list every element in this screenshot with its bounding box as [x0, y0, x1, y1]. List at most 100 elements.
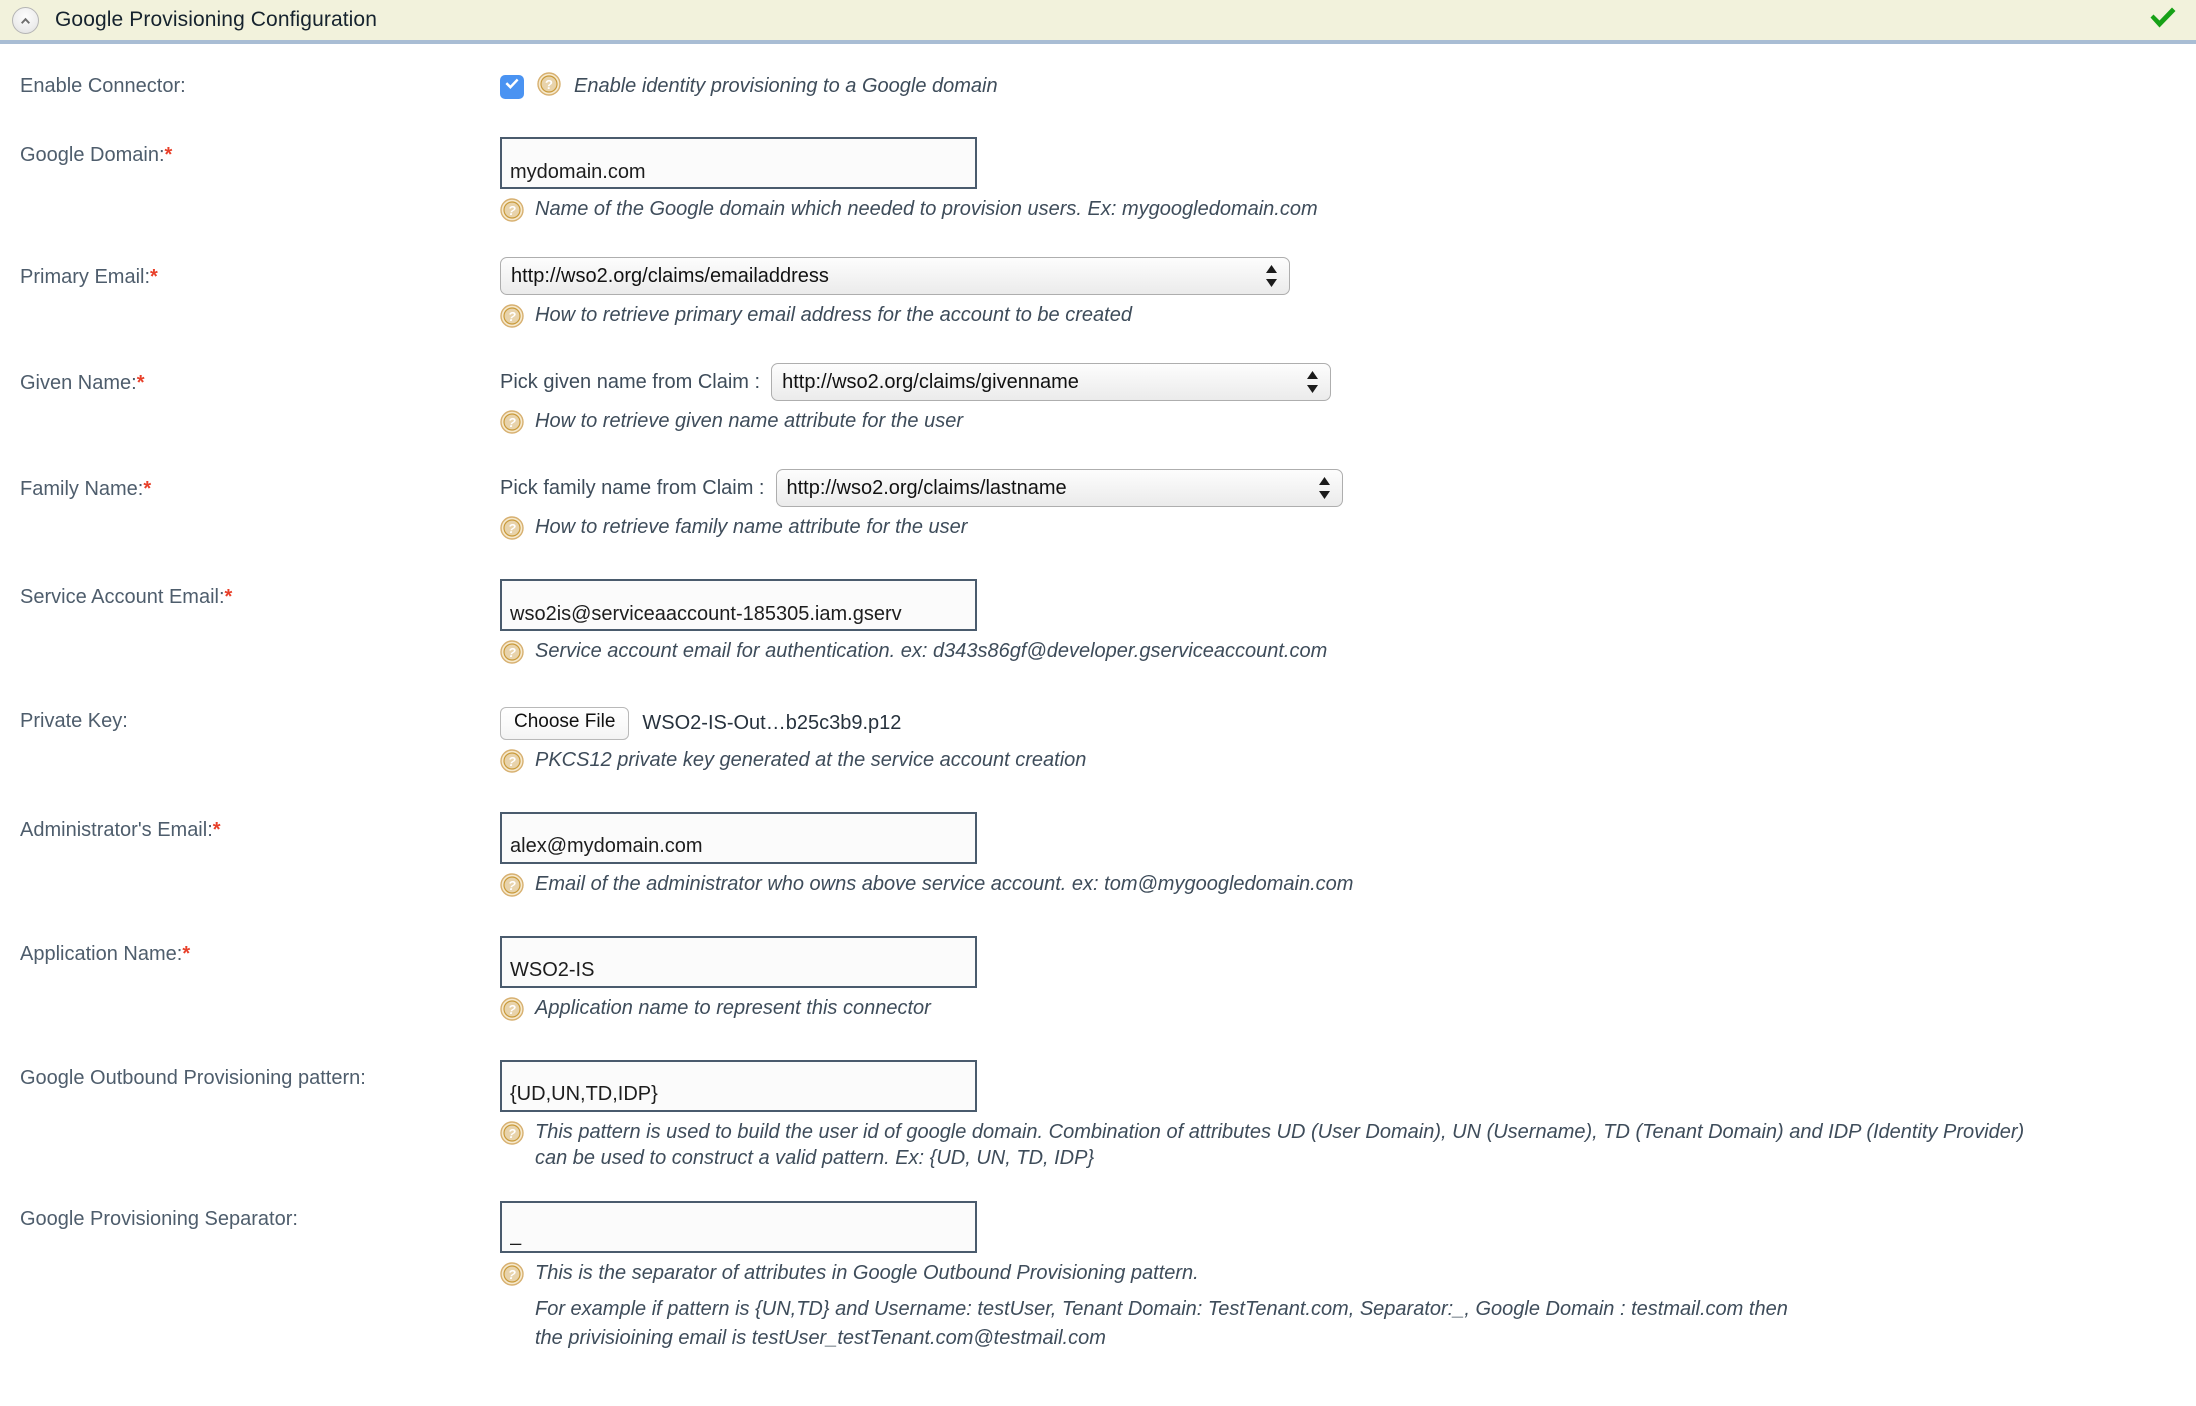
label-outbound-pattern: Google Outbound Provisioning pattern:	[20, 1060, 500, 1090]
given-name-select[interactable]: http://wso2.org/claims/givenname	[771, 363, 1332, 401]
label-google-domain: Google Domain:*	[20, 137, 500, 167]
required-marker: *	[164, 144, 173, 166]
label-enable-connector: Enable Connector:	[20, 68, 500, 98]
required-marker: *	[212, 818, 221, 841]
hint-google-domain: ? Name of the Google domain which needed…	[500, 189, 2060, 229]
enable-connector-description: Enable identity provisioning to a Google…	[574, 75, 998, 97]
label-text: Google Outbound Provisioning pattern:	[20, 1066, 366, 1089]
hint-primary-email: ? How to retrieve primary email address …	[500, 295, 2060, 335]
hint-text-line2: For example if pattern is {UN,TD} and Us…	[535, 1297, 1788, 1320]
row-private-key: Private Key: Choose File WSO2-IS-Out…b25…	[0, 671, 2196, 780]
hint-text: How to retrieve given name attribute for…	[535, 410, 963, 432]
private-key-file-name: WSO2-IS-Out…b25c3b9.p12	[642, 711, 902, 734]
hint-given-name: ? How to retrieve given name attribute f…	[500, 401, 2060, 441]
label-text: Google Provisioning Separator:	[20, 1207, 298, 1230]
required-marker: *	[224, 586, 233, 608]
label-provisioning-separator: Google Provisioning Separator:	[20, 1201, 500, 1231]
hint-text: Name of the Google domain which needed t…	[535, 198, 1318, 220]
required-marker: *	[150, 266, 158, 288]
page-title: Google Provisioning Configuration	[55, 8, 377, 31]
svg-text:?: ?	[508, 878, 516, 893]
hint-text: Application name to represent this conne…	[535, 996, 931, 1019]
label-given-name: Given Name:*	[20, 363, 500, 395]
label-administrator-email: Administrator's Email:*	[20, 812, 500, 842]
required-marker: *	[136, 372, 145, 394]
label-private-key: Private Key:	[20, 705, 500, 733]
row-service-account-email: Service Account Email:* ? Service accoun…	[0, 547, 2196, 671]
enable-connector-checkbox[interactable]	[500, 74, 524, 99]
svg-text:?: ?	[508, 309, 516, 324]
help-question-icon[interactable]: ?	[500, 1121, 524, 1152]
header-status	[2148, 5, 2178, 36]
help-question-icon[interactable]: ?	[500, 516, 524, 547]
hint-provisioning-separator-example: For example if pattern is {UN,TD} and Us…	[500, 1293, 2060, 1322]
required-marker: *	[143, 478, 152, 500]
collapse-toggle-button[interactable]	[12, 6, 39, 34]
svg-text:?: ?	[508, 521, 516, 536]
svg-text:?: ?	[508, 1126, 516, 1141]
google-provisioning-form: Enable Connector: ? Enable identity prov…	[0, 44, 2196, 1351]
label-text: Given Name:	[20, 372, 137, 394]
help-question-icon[interactable]: ?	[500, 640, 524, 671]
choose-file-button[interactable]: Choose File	[500, 707, 630, 740]
service-account-email-input[interactable]	[500, 579, 977, 631]
label-text: Service Account Email:	[20, 586, 225, 608]
private-key-file-row: Choose File WSO2-IS-Out…b25c3b9.p12	[500, 705, 2196, 740]
hint-application-name: ? Application name to represent this con…	[500, 988, 2060, 1028]
label-text: Family Name:	[20, 478, 144, 500]
help-question-icon[interactable]: ?	[537, 72, 561, 101]
hint-outbound-pattern: ? This pattern is used to build the user…	[500, 1112, 2060, 1171]
primary-email-select-wrapper: http://wso2.org/claims/emailaddress	[500, 257, 1290, 295]
family-name-claim-label: Pick family name from Claim :	[500, 476, 765, 499]
primary-email-select[interactable]: http://wso2.org/claims/emailaddress	[500, 257, 1290, 295]
hint-text: Service account email for authentication…	[535, 640, 1328, 662]
hint-text: This pattern is used to build the user i…	[535, 1120, 2025, 1169]
hint-private-key: ? PKCS12 private key generated at the se…	[500, 740, 2060, 780]
help-question-icon[interactable]: ?	[500, 749, 524, 780]
hint-text: How to retrieve family name attribute fo…	[535, 516, 968, 538]
required-marker: *	[182, 942, 191, 965]
help-question-icon[interactable]: ?	[500, 304, 524, 335]
svg-text:?: ?	[508, 1002, 516, 1017]
application-name-input[interactable]	[500, 935, 977, 988]
panel-header: Google Provisioning Configuration	[0, 0, 2196, 44]
administrator-email-input[interactable]	[500, 811, 977, 864]
google-domain-input[interactable]	[500, 137, 977, 189]
family-name-claim-row: Pick family name from Claim : http://wso…	[500, 469, 2196, 507]
label-family-name: Family Name:*	[20, 469, 500, 501]
hint-text: How to retrieve primary email address fo…	[535, 304, 1132, 326]
provisioning-separator-input[interactable]	[500, 1200, 977, 1253]
row-administrator-email: Administrator's Email:* ? Email of the a…	[0, 780, 2196, 904]
hint-text: Email of the administrator who owns abov…	[535, 872, 1354, 895]
given-name-claim-row: Pick given name from Claim : http://wso2…	[500, 363, 2196, 401]
row-application-name: Application Name:* ? Application name to…	[0, 904, 2196, 1028]
hint-text: This is the separator of attributes in G…	[535, 1261, 1199, 1284]
svg-text:?: ?	[545, 77, 553, 92]
hint-service-account-email: ? Service account email for authenticati…	[500, 631, 2060, 671]
label-text: Google Domain:	[20, 144, 165, 166]
hint-provisioning-separator: ? This is the separator of attributes in…	[500, 1253, 2060, 1293]
row-family-name: Family Name:* Pick family name from Clai…	[0, 441, 2196, 547]
row-primary-email: Primary Email:* http://wso2.org/claims/e…	[0, 229, 2196, 335]
svg-text:?: ?	[508, 203, 516, 218]
family-name-select[interactable]: http://wso2.org/claims/lastname	[775, 469, 1343, 507]
label-text: Application Name:	[20, 942, 183, 965]
help-question-icon[interactable]: ?	[500, 410, 524, 441]
help-question-icon[interactable]: ?	[500, 873, 524, 904]
given-name-select-wrapper: http://wso2.org/claims/givenname	[771, 363, 1332, 401]
help-question-icon[interactable]: ?	[500, 198, 524, 229]
family-name-select-wrapper: http://wso2.org/claims/lastname	[775, 469, 1343, 507]
svg-text:?: ?	[508, 415, 516, 430]
row-outbound-pattern: Google Outbound Provisioning pattern: ? …	[0, 1028, 2196, 1171]
label-service-account-email: Service Account Email:*	[20, 579, 500, 609]
label-text: Primary Email:	[20, 266, 151, 288]
help-question-icon[interactable]: ?	[500, 1262, 524, 1293]
row-given-name: Given Name:* Pick given name from Claim …	[0, 335, 2196, 441]
outbound-pattern-input[interactable]	[500, 1059, 977, 1112]
help-question-icon[interactable]: ?	[500, 997, 524, 1028]
svg-text:?: ?	[508, 645, 516, 660]
hint-administrator-email: ? Email of the administrator who owns ab…	[500, 864, 2060, 904]
row-provisioning-separator: Google Provisioning Separator: ? This is…	[0, 1171, 2196, 1351]
given-name-claim-label: Pick given name from Claim :	[500, 370, 761, 393]
check-icon	[504, 77, 520, 96]
